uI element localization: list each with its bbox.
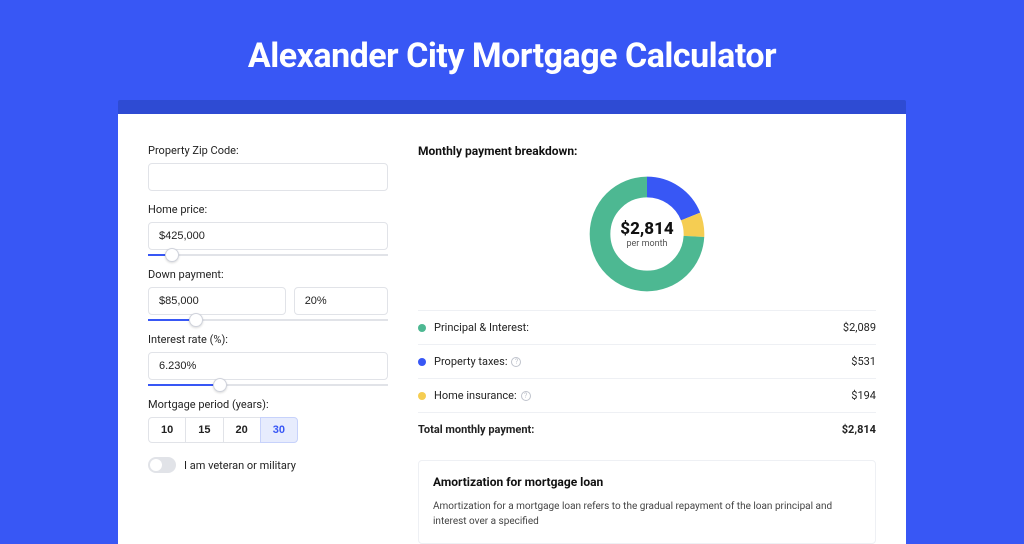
donut-chart: $2,814 per month: [585, 172, 709, 296]
legend-value: $2,089: [843, 321, 876, 334]
legend-value: $531: [851, 355, 876, 368]
amortization-title: Amortization for mortgage loan: [433, 475, 861, 489]
veteran-toggle[interactable]: [148, 457, 176, 473]
down-payment-field: Down payment:: [148, 268, 388, 321]
period-option-15[interactable]: 15: [185, 417, 223, 443]
zip-field: Property Zip Code:: [148, 144, 388, 191]
amortization-card: Amortization for mortgage loan Amortizat…: [418, 460, 876, 544]
breakdown-title: Monthly payment breakdown:: [418, 144, 876, 158]
mortgage-period-segment: 10152030: [148, 417, 388, 443]
mortgage-period-label: Mortgage period (years):: [148, 398, 388, 411]
zip-label: Property Zip Code:: [148, 144, 388, 157]
legend-name: Home insurance: ?: [434, 389, 851, 402]
interest-rate-field: Interest rate (%):: [148, 333, 388, 386]
breakdown-panel: Monthly payment breakdown: $2,814 per mo…: [418, 144, 876, 544]
legend-value: $194: [851, 389, 876, 402]
legend-name: Property taxes: ?: [434, 355, 851, 368]
home-price-slider[interactable]: [148, 254, 388, 256]
period-option-30[interactable]: 30: [260, 417, 298, 443]
home-price-field: Home price:: [148, 203, 388, 256]
amortization-body: Amortization for a mortgage loan refers …: [433, 499, 861, 529]
veteran-label: I am veteran or military: [184, 459, 296, 472]
legend-total-value: $2,814: [842, 423, 876, 436]
legend-total-row: Total monthly payment: $2,814: [418, 412, 876, 446]
info-icon[interactable]: ?: [511, 357, 521, 367]
veteran-row: I am veteran or military: [148, 457, 388, 473]
down-payment-percent-input[interactable]: [294, 287, 388, 315]
zip-input[interactable]: [148, 163, 388, 191]
legend-row: Principal & Interest:$2,089: [418, 310, 876, 344]
slider-thumb[interactable]: [165, 248, 179, 262]
page-title: Alexander City Mortgage Calculator: [0, 0, 1024, 100]
down-payment-label: Down payment:: [148, 268, 388, 281]
legend-dot: [418, 358, 426, 366]
legend-name: Principal & Interest:: [434, 321, 843, 334]
interest-rate-slider[interactable]: [148, 384, 388, 386]
interest-rate-input[interactable]: [148, 352, 388, 380]
down-payment-slider[interactable]: [148, 319, 388, 321]
mortgage-period-field: Mortgage period (years): 10152030: [148, 398, 388, 443]
slider-thumb[interactable]: [189, 313, 203, 327]
interest-rate-label: Interest rate (%):: [148, 333, 388, 346]
down-payment-amount-input[interactable]: [148, 287, 286, 315]
legend-list: Principal & Interest:$2,089Property taxe…: [418, 310, 876, 412]
period-option-20[interactable]: 20: [223, 417, 261, 443]
donut-amount: $2,814: [620, 219, 673, 239]
legend-total-label: Total monthly payment:: [418, 423, 842, 436]
home-price-label: Home price:: [148, 203, 388, 216]
donut-label: per month: [626, 239, 667, 249]
home-price-input[interactable]: [148, 222, 388, 250]
legend-dot: [418, 392, 426, 400]
legend-row: Property taxes: ?$531: [418, 344, 876, 378]
calculator-card: Property Zip Code: Home price: Down paym…: [118, 114, 906, 544]
legend-dot: [418, 324, 426, 332]
legend-row: Home insurance: ?$194: [418, 378, 876, 412]
tab-bar: [118, 100, 906, 114]
input-panel: Property Zip Code: Home price: Down paym…: [148, 144, 388, 544]
info-icon[interactable]: ?: [521, 391, 531, 401]
slider-thumb[interactable]: [213, 378, 227, 392]
donut-chart-wrap: $2,814 per month: [418, 166, 876, 310]
period-option-10[interactable]: 10: [148, 417, 186, 443]
